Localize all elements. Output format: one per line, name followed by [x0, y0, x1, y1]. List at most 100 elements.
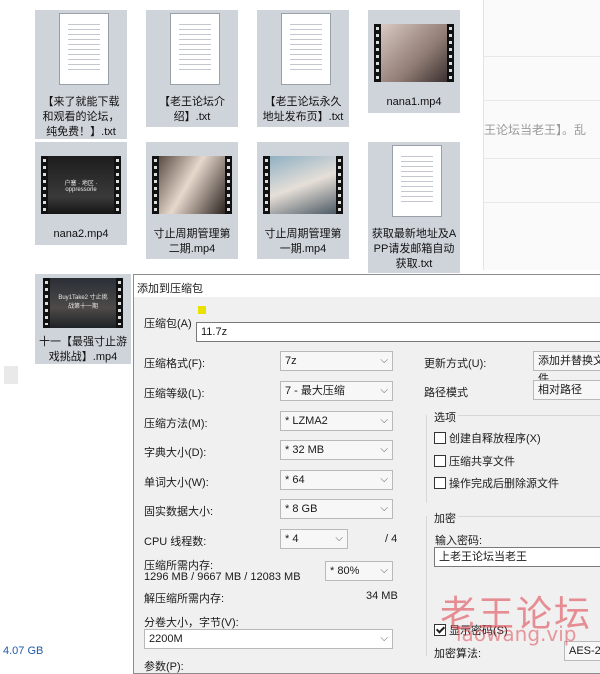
split-size-value: 2200M	[149, 633, 183, 645]
format-value: 7z	[285, 355, 297, 367]
memory-value: 1296 MB / 9667 MB / 12083 MB	[144, 571, 301, 583]
dictionary-select[interactable]: * 32 MB ⌵	[280, 440, 393, 460]
level-label: 压缩等级(L):	[144, 388, 205, 400]
create-sfx-label: 创建自释放程序(X)	[449, 433, 541, 445]
file-tile[interactable]: 【老王论坛介绍】.txt	[146, 10, 238, 127]
encryption-method-value: AES-256	[569, 645, 600, 657]
cpu-threads-label: CPU 线程数:	[144, 536, 207, 548]
chevron-down-icon: ⌵	[380, 565, 388, 576]
format-select[interactable]: 7z ⌵	[280, 351, 393, 371]
status-total-size: 4.07 GB	[3, 645, 44, 657]
file-tile[interactable]: 获取最新地址及APP请发邮箱自动获取.txt	[368, 142, 460, 273]
update-mode-select[interactable]: 添加并替换文件	[533, 351, 600, 385]
preview-text: 王论坛当老王】。乱	[484, 123, 587, 137]
text-file-icon	[392, 145, 442, 217]
video-thumbnail-icon: Buy1Take2 寸止挑战第十一期	[43, 278, 123, 328]
archive-label: 压缩包(A)	[144, 318, 192, 330]
text-file-icon	[59, 13, 109, 85]
level-select[interactable]: 7 - 最大压缩 ⌵	[280, 381, 393, 401]
file-tile[interactable]: Buy1Take2 寸止挑战第十一期 十一【最强寸止游戏挑战】.mp4	[35, 274, 131, 364]
path-mode-value: 相对路径	[538, 384, 582, 396]
level-value: 7 - 最大压缩	[285, 385, 345, 397]
method-value: * LZMA2	[285, 415, 328, 427]
word-size-value: * 64	[285, 474, 305, 486]
word-size-label: 单词大小(W):	[144, 477, 209, 489]
file-name: 寸止周期管理第一期.mp4	[264, 228, 342, 255]
chevron-down-icon: ⌵	[380, 385, 388, 396]
dialog-title: 添加到压缩包	[137, 283, 203, 295]
file-tile[interactable]: 寸止周期管理第一期.mp4	[257, 142, 349, 259]
video-thumbnail-icon	[374, 24, 454, 82]
video-caption: 户塞 · 地区 · oppressorle	[64, 181, 98, 193]
password-label: 输入密码:	[435, 535, 483, 547]
chevron-down-icon: ⌵	[380, 474, 388, 485]
preview-pane: 王论坛当老王】。乱	[483, 0, 600, 270]
options-group-title: 选项	[432, 409, 458, 425]
split-size-label: 分卷大小，字节(V):	[144, 617, 239, 629]
dialog-titlebar[interactable]: 添加到压缩包	[134, 275, 600, 297]
archive-path-input[interactable]: 11.7z	[196, 322, 600, 342]
chevron-down-icon: ⌵	[380, 503, 388, 514]
encryption-method-label: 加密算法:	[434, 648, 482, 660]
dictionary-value: * 32 MB	[285, 444, 325, 456]
nav-pane-icon	[4, 366, 18, 384]
delete-after-label: 操作完成后删除源文件	[449, 478, 559, 490]
video-thumbnail-icon	[263, 156, 343, 214]
chevron-down-icon: ⌵	[380, 444, 388, 455]
compress-shared-checkbox[interactable]: 压缩共享文件	[434, 453, 515, 469]
cpu-threads-total: / 4	[385, 533, 398, 545]
solid-size-select[interactable]: * 8 GB ⌵	[280, 499, 393, 519]
cpu-threads-select[interactable]: * 4 ⌵	[280, 529, 348, 549]
split-size-combo[interactable]: 2200M ⌵	[144, 629, 393, 649]
watermark-url: laowang.vip	[456, 622, 577, 646]
compress-shared-label: 压缩共享文件	[449, 456, 515, 468]
method-select[interactable]: * LZMA2 ⌵	[280, 411, 393, 431]
text-file-icon	[170, 13, 220, 85]
checkbox-icon	[434, 432, 446, 444]
chevron-down-icon: ⌵	[380, 415, 388, 426]
file-tile[interactable]: 【老王论坛永久地址发布页】.txt	[257, 10, 349, 127]
file-name: 获取最新地址及APP请发邮箱自动获取.txt	[371, 228, 457, 270]
file-name: 【来了就能下载和观看的论坛，纯免费！】.txt	[42, 96, 120, 138]
solid-size-label: 固实数据大小:	[144, 506, 214, 518]
update-mode-label: 更新方式(U):	[424, 358, 487, 370]
checkbox-icon	[434, 455, 446, 467]
file-tile[interactable]: 户塞 · 地区 · oppressorle nana2.mp4	[35, 142, 127, 245]
file-tile[interactable]: nana1.mp4	[368, 10, 460, 113]
file-name: 寸止周期管理第二期.mp4	[153, 228, 231, 255]
chevron-down-icon: ⌵	[335, 533, 343, 544]
video-thumbnail-icon	[152, 156, 232, 214]
solid-size-value: * 8 GB	[285, 503, 318, 515]
password-input[interactable]: 上老王论坛当老王	[434, 547, 600, 567]
method-label: 压缩方法(M):	[144, 418, 208, 430]
decompress-memory-value: 34 MB	[366, 590, 398, 602]
file-name: 【老王论坛永久地址发布页】.txt	[262, 96, 344, 123]
path-mode-select[interactable]: 相对路径	[533, 380, 600, 400]
dictionary-label: 字典大小(D):	[144, 447, 207, 459]
file-name: 十一【最强寸止游戏挑战】.mp4	[39, 336, 127, 363]
chevron-down-icon: ⌵	[380, 633, 388, 644]
file-tile[interactable]: 【来了就能下载和观看的论坛，纯免费！】.txt	[35, 10, 127, 139]
memory-percent-select[interactable]: * 80% ⌵	[325, 561, 393, 581]
format-label: 压缩格式(F):	[144, 358, 206, 370]
file-tile[interactable]: 寸止周期管理第二期.mp4	[146, 142, 238, 259]
path-mode-label: 路径模式	[424, 387, 468, 399]
file-name: nana2.mp4	[53, 228, 109, 240]
file-name: nana1.mp4	[386, 96, 442, 108]
word-size-select[interactable]: * 64 ⌵	[280, 470, 393, 490]
delete-after-checkbox[interactable]: 操作完成后删除源文件	[434, 475, 559, 491]
create-sfx-checkbox[interactable]: 创建自释放程序(X)	[434, 430, 541, 446]
video-thumbnail-icon: 户塞 · 地区 · oppressorle	[41, 156, 121, 214]
navigation-strip	[0, 0, 33, 667]
file-name: 【老王论坛介绍】.txt	[159, 96, 225, 123]
video-caption: Buy1Take2 寸止挑战第十一期	[58, 295, 108, 310]
encryption-group-title: 加密	[432, 510, 458, 526]
cpu-threads-value: * 4	[285, 533, 299, 545]
memory-percent-value: * 80%	[330, 565, 360, 577]
decompress-memory-label: 解压缩所需内存:	[144, 593, 225, 605]
chevron-down-icon: ⌵	[380, 355, 388, 366]
checkbox-icon	[434, 477, 446, 489]
path-highlight	[198, 306, 206, 314]
parameters-label: 参数(P):	[144, 661, 184, 673]
text-file-icon	[281, 13, 331, 85]
